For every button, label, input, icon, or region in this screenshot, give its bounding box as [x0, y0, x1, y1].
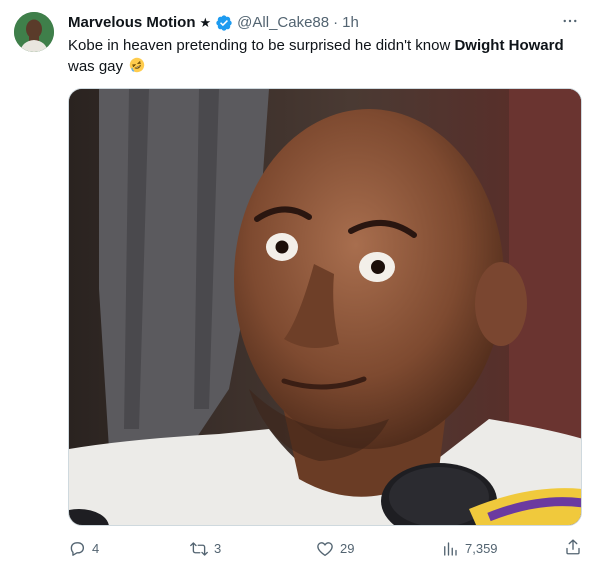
tweet-text-bold: Dwight Howard [454, 37, 564, 54]
share-icon [566, 539, 580, 555]
like-button[interactable]: 29 [316, 538, 354, 560]
tweet-photo[interactable] [68, 88, 582, 526]
repost-count: 3 [214, 541, 222, 556]
reply-icon [70, 542, 85, 556]
tweet-text-part: Kobe in heaven pretending to be surprise… [68, 37, 455, 54]
rofl-emoji-icon [129, 57, 145, 73]
verified-badge-icon [215, 14, 233, 32]
views-icon [444, 542, 457, 556]
repost-button[interactable]: 3 [190, 538, 221, 560]
reply-count: 4 [92, 541, 100, 556]
timestamp[interactable]: 1h [342, 13, 359, 33]
tweet-text: Kobe in heaven pretending to be surprise… [68, 35, 583, 77]
tweet-text-part: was gay [68, 58, 124, 75]
tweet-header: Marvelous Motion ★ @All_Cake88 · 1h [68, 13, 359, 33]
tweet-actions: 4 3 29 7,359 [68, 538, 582, 560]
display-name[interactable]: Marvelous Motion [68, 13, 196, 33]
repost-icon [190, 542, 208, 556]
name-star-symbol: ★ [199, 15, 212, 30]
user-handle[interactable]: @All_Cake88 [237, 13, 329, 33]
tweet: Marvelous Motion ★ @All_Cake88 · 1h Kobe… [0, 0, 595, 565]
share-button[interactable] [564, 538, 582, 556]
reply-button[interactable]: 4 [68, 538, 99, 560]
view-count: 7,359 [465, 541, 498, 556]
separator-dot: · [333, 14, 339, 31]
like-icon [317, 542, 333, 557]
avatar[interactable] [14, 12, 54, 52]
like-count: 29 [340, 541, 355, 556]
more-icon[interactable] [559, 10, 581, 32]
views-button[interactable]: 7,359 [441, 538, 498, 560]
